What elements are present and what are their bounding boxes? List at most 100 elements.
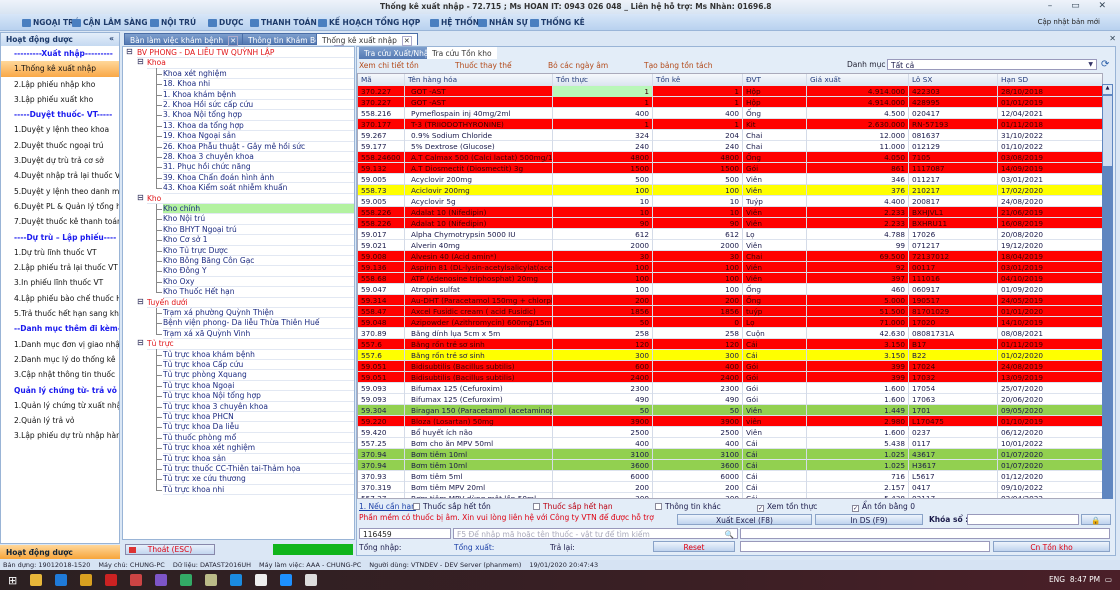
- table-row[interactable]: 370.94 Bơm tiêm 10ml 3100 3100 Cái 1.025 43617…: [358, 449, 1102, 460]
- tree-item[interactable]: 3. Khoa Nội tổng hợp: [163, 110, 354, 121]
- menu-nhân-sự[interactable]: NHÂN SỰ: [478, 18, 528, 27]
- table-row[interactable]: 59.008 Alvesin 40 (Acid amin*) 30 30 Chai 69.…: [358, 251, 1102, 262]
- checkbox-out-of-stock[interactable]: Thuốc sắp hết tồn: [413, 502, 491, 511]
- column-header-price[interactable]: Giá xuất: [807, 74, 909, 86]
- table-row[interactable]: 557.27 Bơm tiêm MPV dùng một lần 50ml 300 3…: [358, 493, 1102, 498]
- checkbox-expiring[interactable]: Thuốc sắp hết hạn: [533, 502, 613, 511]
- table-row[interactable]: 59.177 5% Dextrose (Glucose) 240 240 Chai 11.…: [358, 141, 1102, 152]
- tree-item[interactable]: Tủ trực khoa Nội tổng hợp: [163, 391, 354, 402]
- taskbar-app-icon[interactable]: [305, 574, 317, 586]
- taskbar-app-icon[interactable]: [155, 574, 167, 586]
- column-header-expiry[interactable]: Hạn SD: [998, 74, 1102, 86]
- tree-item[interactable]: Kho Bông Băng Côn Gạc: [163, 256, 354, 267]
- tree-item[interactable]: Trạm xá xã Quỳnh Vinh: [163, 329, 354, 340]
- window-controls[interactable]: – ▭ ✕: [1048, 1, 1114, 11]
- tree-item[interactable]: Tủ trực khoa Ngoại: [163, 381, 354, 392]
- exit-button[interactable]: Thoát (ESC): [125, 544, 215, 555]
- taskbar-app-icon[interactable]: [280, 574, 292, 586]
- lock-icon[interactable]: 🔒: [1081, 514, 1111, 525]
- export-excel-button[interactable]: Xuất Excel (F8): [677, 514, 812, 525]
- table-row[interactable]: 370.94 Bơm tiêm 10ml 3600 3600 Cái 1.025 H3617…: [358, 460, 1102, 471]
- sidebar-item[interactable]: 2.Lập phiếu trả lại thuốc VT: [1, 260, 119, 275]
- tree-item[interactable]: Tủ trực phòng Xquang: [163, 370, 354, 381]
- table-row[interactable]: 59.048 Azipowder (Azithromycin) 600mg/15m…: [358, 317, 1102, 328]
- tree-item[interactable]: 43. Khoa Kiểm soát nhiễm khuẩn: [163, 183, 354, 194]
- tree-item[interactable]: 26. Khoa Phẫu thuật - Gây mê hồi sức: [163, 142, 354, 152]
- column-header-actual-stock[interactable]: Tồn thực: [553, 74, 653, 86]
- tree-item[interactable]: Kho Cơ sở 1: [163, 235, 354, 246]
- tree-item[interactable]: Kho Đông Y: [163, 266, 354, 277]
- tree-item[interactable]: Tủ trực khoa xét nghiệm: [163, 443, 354, 454]
- column-header-name[interactable]: Tên hàng hóa: [405, 74, 553, 86]
- sidebar-item[interactable]: 1.Quản lý chứng từ xuất nhập: [1, 398, 119, 413]
- tree-item[interactable]: Tủ trực thuốc CC-Thiên tai-Thảm họa: [163, 464, 354, 475]
- warehouse-select[interactable]: [740, 541, 990, 552]
- column-header-unit[interactable]: ĐVT: [743, 74, 807, 86]
- refresh-icon[interactable]: ⟳: [1101, 59, 1109, 70]
- scroll-thumb[interactable]: [1103, 96, 1112, 166]
- clock[interactable]: 8:47 PM: [1070, 575, 1100, 584]
- tree-item[interactable]: Kho Thuốc Hết hạn: [163, 287, 354, 298]
- table-row[interactable]: 59.021 Alverin 40mg 2000 2000 Viên 99 071217 19…: [358, 240, 1102, 251]
- tree-item[interactable]: Kho Oxy: [163, 277, 354, 288]
- sidebar-item[interactable]: 3.Lập phiếu dự trù nhập hàng: [1, 428, 119, 443]
- link-split-stock[interactable]: Tạo bảng tồn tách: [644, 61, 713, 70]
- tree-group[interactable]: Khoa: [147, 58, 354, 69]
- sidebar-item[interactable]: 3.In phiếu lĩnh thuốc VT: [1, 275, 119, 290]
- sidebar-item[interactable]: 1.Duyệt y lệnh theo khoa: [1, 122, 119, 137]
- sidebar-item[interactable]: 4.Lập phiếu bào chế thuốc HC: [1, 291, 119, 306]
- tree-group[interactable]: Kho: [147, 194, 354, 204]
- tree-item[interactable]: 1. Khoa khám bệnh: [163, 90, 354, 100]
- column-header-book-stock[interactable]: Tồn kê: [653, 74, 743, 86]
- menu-hệ-thống[interactable]: HỆ THỐNG: [430, 18, 485, 27]
- tree-item[interactable]: 39. Khoa Chẩn đoán hình ảnh: [163, 173, 354, 184]
- table-row[interactable]: 59.267 0.9% Sodium Chloride 324 204 Chai 12.0…: [358, 130, 1102, 141]
- tree-item[interactable]: Kho Tủ trực Dược: [163, 246, 354, 256]
- sidebar-item[interactable]: 6.Duyệt PL & Quản lý tổng hợp: [1, 199, 119, 214]
- tree-item[interactable]: 13. Khoa da tổng hợp: [163, 121, 354, 132]
- sidebar-item[interactable]: 5.Trả thuốc hết hạn sang kho: [1, 306, 119, 321]
- table-row[interactable]: 557.6 Băng rốn trẻ sơ sinh 120 120 Cái 3.150 B…: [358, 339, 1102, 350]
- table-row[interactable]: 59.136 Aspirin 81 (DL-lysin-acetylsalicyl…: [358, 262, 1102, 273]
- table-row[interactable]: 59.093 Bifumax 125 (Cefuroxim) 2300 2300 Gói…: [358, 383, 1102, 394]
- taskbar-app-icon[interactable]: [55, 574, 67, 586]
- sidebar-item[interactable]: 2.Danh mục lý do thống kê: [1, 352, 119, 367]
- print-button[interactable]: In DS (F9): [815, 514, 923, 525]
- tree-item[interactable]: Kho chính: [163, 204, 354, 215]
- code-input[interactable]: 116459: [359, 528, 451, 539]
- table-row[interactable]: 59.093 Bifumax 125 (Cefuroxim) 490 490 Gói 1.…: [358, 394, 1102, 405]
- sidebar-item[interactable]: 1.Danh mục đơn vị giao nhận: [1, 337, 119, 352]
- checkbox-other-info[interactable]: Thông tin khác: [655, 502, 721, 511]
- tree-item[interactable]: 28. Khoa 3 chuyên khoa: [163, 152, 354, 163]
- table-row[interactable]: 59.420 Bổ huyết ích não 2500 2500 Viên 1.600 0…: [358, 427, 1102, 438]
- menu-cận-lâm-sàng[interactable]: CẬN LÂM SÀNG: [72, 18, 148, 27]
- tree-item[interactable]: 18. Khoa nhi: [163, 79, 354, 90]
- tree-item[interactable]: Bệnh viện phong- Da liễu Thừa Thiên Huế: [163, 318, 354, 329]
- table-row[interactable]: 557.25 Bơm cho ăn MPV 50ml 400 400 Cái 5.438 0…: [358, 438, 1102, 449]
- column-header-code[interactable]: Mã: [358, 74, 405, 86]
- table-row[interactable]: 558.73 Aciclovir 200mg 100 100 Viên 376 210217…: [358, 185, 1102, 196]
- tree-item[interactable]: Kho BHYT Ngoại trú: [163, 225, 354, 236]
- table-row[interactable]: 59.051 Bidisubtilis (Bacillus subtilis) 24…: [358, 372, 1102, 383]
- taskbar-app-icon[interactable]: [130, 574, 142, 586]
- table-row[interactable]: 370.319 Bơm tiêm MPV 20ml 200 200 Cái 2.157 04…: [358, 482, 1102, 493]
- filter-select[interactable]: [740, 528, 1110, 539]
- taskbar-app-icon[interactable]: [180, 574, 192, 586]
- sidebar-item[interactable]: 2.Duyệt thuốc ngoại trú: [1, 138, 119, 153]
- tree-item[interactable]: Tủ thuốc phòng mổ: [163, 433, 354, 444]
- table-row[interactable]: 59.051 Bidisubtilis (Bacillus subtilis) 60…: [358, 361, 1102, 372]
- tree-item[interactable]: Tủ trực khoa PHCN: [163, 412, 354, 423]
- table-row[interactable]: 557.6 Băng rốn trẻ sơ sinh 300 300 Cái 3.150 B…: [358, 350, 1102, 361]
- table-row[interactable]: 59.005 Acyclovir 200mg 500 500 Viên 346 011217…: [358, 174, 1102, 185]
- table-row[interactable]: 370.177 T-3 (TRIIODOTHYRONINE) 1 1 Kit 2.630.…: [358, 119, 1102, 130]
- tree-item[interactable]: Tủ trực khoa Cấp cứu: [163, 360, 354, 371]
- taskbar-app-icon[interactable]: [105, 574, 117, 586]
- collapse-button[interactable]: «: [109, 34, 114, 43]
- table-row[interactable]: 59.314 Au-DHT (Paracetamol 150mg + chlorp…: [358, 295, 1102, 306]
- tree-item[interactable]: Tủ trực khoa khám bệnh: [163, 350, 354, 360]
- notification-icon[interactable]: ▭: [1105, 575, 1112, 584]
- language-indicator[interactable]: ENG: [1049, 575, 1065, 584]
- scroll-up-icon[interactable]: ▲: [1103, 85, 1112, 94]
- table-row[interactable]: 370.227 GOT -AST 1 1 Hộp 4.914.000 422303 28/10…: [358, 86, 1102, 97]
- checkbox-view-actual-stock[interactable]: ✓ Xem tồn thực: [757, 502, 817, 512]
